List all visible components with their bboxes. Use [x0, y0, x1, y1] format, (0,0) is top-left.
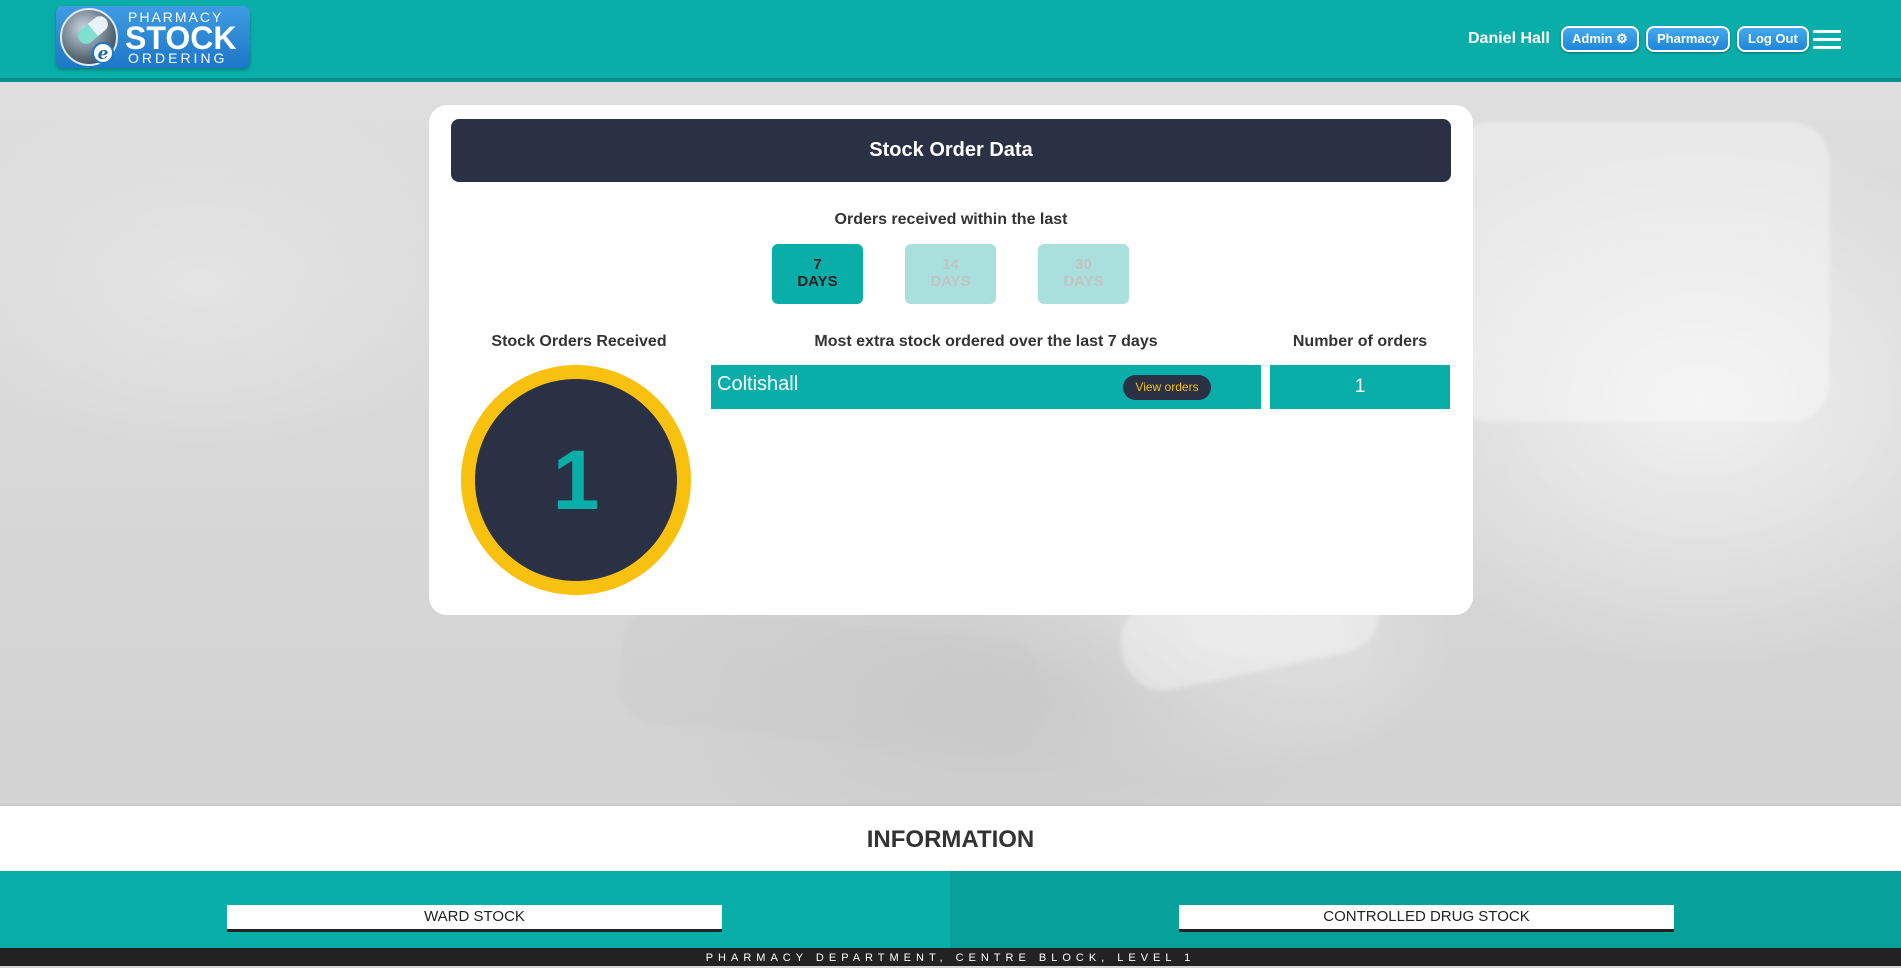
- orders-received-ring: 1: [461, 365, 691, 595]
- user-name: Daniel Hall: [1468, 30, 1550, 47]
- background-shape: [1450, 122, 1830, 422]
- stock-order-card: Stock Order Data Orders received within …: [429, 105, 1473, 615]
- range-number: 30: [1075, 256, 1092, 273]
- view-orders-button[interactable]: View orders: [1123, 375, 1211, 400]
- order-count-cell: 1: [1270, 365, 1450, 409]
- range-unit: DAYS: [797, 273, 838, 290]
- top-header: e PHARMACY STOCK ORDERING Daniel Hall Ad…: [0, 0, 1901, 82]
- logo-emblem: e: [60, 8, 118, 66]
- information-title: INFORMATION: [866, 826, 1035, 853]
- range-14-days-button[interactable]: 14 DAYS: [905, 244, 996, 304]
- ward-stock-button[interactable]: WARD STOCK: [227, 905, 722, 932]
- table-row: Coltishall View orders: [711, 365, 1261, 409]
- ward-name: Coltishall: [717, 373, 799, 395]
- app-logo[interactable]: e PHARMACY STOCK ORDERING: [56, 6, 250, 68]
- information-section: INFORMATION: [0, 804, 1901, 871]
- footer-address: PHARMACY DEPARTMENT, CENTRE BLOCK, LEVEL…: [0, 948, 1901, 966]
- admin-button-label: Admin: [1572, 31, 1613, 46]
- range-30-days-button[interactable]: 30 DAYS: [1038, 244, 1129, 304]
- logo-badge: e: [92, 42, 114, 64]
- range-7-days-button[interactable]: 7 DAYS: [772, 244, 863, 304]
- controlled-drug-stock-button[interactable]: CONTROLLED DRUG STOCK: [1179, 905, 1674, 932]
- gear-icon: ⚙: [1616, 31, 1628, 46]
- range-number: 7: [813, 256, 822, 273]
- orders-received-heading: Stock Orders Received: [491, 333, 667, 350]
- logout-button[interactable]: Log Out: [1737, 26, 1809, 52]
- most-extra-stock-heading: Most extra stock ordered over the last 7…: [814, 333, 1158, 350]
- range-unit: DAYS: [930, 273, 971, 290]
- number-of-orders-heading: Number of orders: [1292, 333, 1428, 350]
- card-title: Stock Order Data: [451, 119, 1451, 182]
- pharmacy-button[interactable]: Pharmacy: [1646, 26, 1731, 52]
- range-unit: DAYS: [1063, 273, 1104, 290]
- hamburger-menu-icon[interactable]: [1813, 30, 1841, 50]
- logo-line-3: ORDERING: [128, 50, 228, 66]
- orders-received-count: 1: [475, 379, 677, 581]
- range-label: Orders received within the last: [834, 211, 1068, 228]
- controlled-drug-stock-panel: CONTROLLED DRUG STOCK: [950, 871, 1901, 948]
- range-number: 14: [942, 256, 959, 273]
- admin-button[interactable]: Admin ⚙: [1561, 26, 1639, 52]
- ward-stock-panel: WARD STOCK: [0, 871, 950, 948]
- background-shape: [614, 600, 1046, 764]
